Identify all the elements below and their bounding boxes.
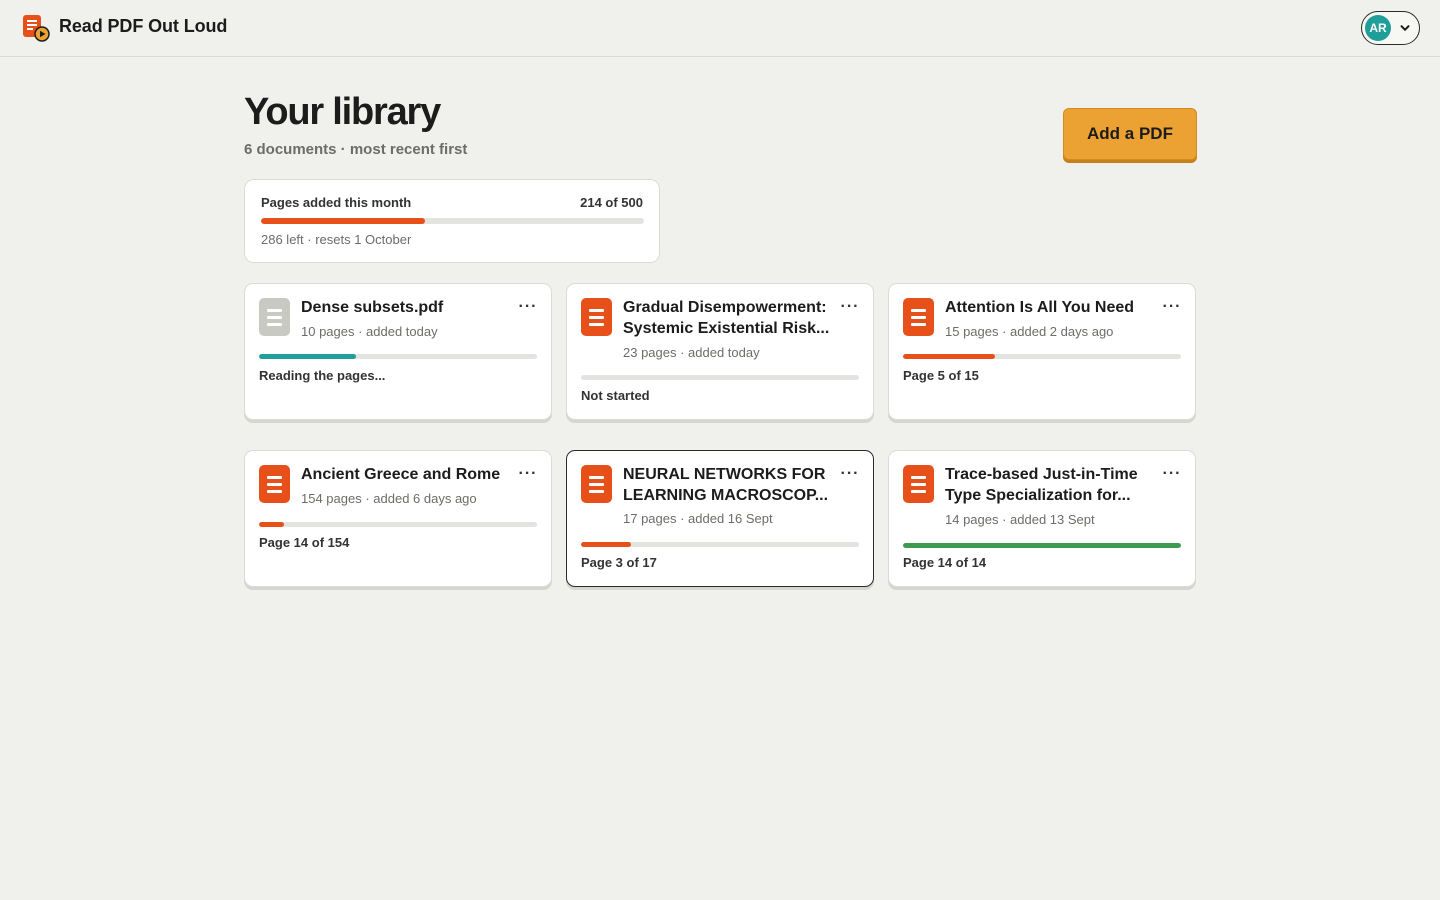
document-card[interactable]: Trace-based Just-in-Time Type Specializa… bbox=[888, 450, 1196, 587]
document-card[interactable]: Dense subsets.pdf 10 pages · added today… bbox=[244, 283, 552, 420]
app-title: Read PDF Out Loud bbox=[59, 16, 228, 36]
document-status: Page 3 of 17 bbox=[581, 555, 657, 570]
more-options-icon[interactable]: ··· bbox=[517, 461, 539, 487]
document-status: Page 14 of 154 bbox=[259, 535, 350, 550]
document-progress-bar bbox=[259, 522, 537, 527]
document-icon bbox=[259, 298, 290, 336]
document-icon bbox=[903, 298, 934, 336]
document-progress-bar bbox=[581, 542, 859, 547]
more-options-icon[interactable]: ··· bbox=[839, 461, 861, 487]
document-progress-bar bbox=[903, 543, 1181, 548]
library-summary: 6 documents · most recent first bbox=[244, 141, 468, 158]
document-meta: 23 pages · added today bbox=[623, 345, 760, 360]
quota-progress-bar bbox=[261, 218, 644, 224]
account-menu-button[interactable]: AR bbox=[1361, 11, 1420, 45]
document-progress-fill bbox=[903, 543, 1181, 548]
page-title: Your library bbox=[244, 91, 441, 133]
document-status: Reading the pages... bbox=[259, 368, 386, 383]
document-icon bbox=[259, 465, 290, 503]
document-status: Not started bbox=[581, 388, 650, 403]
document-grid: Dense subsets.pdf 10 pages · added today… bbox=[244, 283, 1196, 593]
quota-progress-fill bbox=[261, 218, 425, 224]
more-options-icon[interactable]: ··· bbox=[1161, 294, 1183, 320]
add-pdf-button[interactable]: Add a PDF bbox=[1063, 108, 1197, 160]
more-options-icon[interactable]: ··· bbox=[517, 294, 539, 320]
document-progress-bar bbox=[903, 354, 1181, 359]
document-meta: 14 pages · added 13 Sept bbox=[945, 512, 1095, 527]
more-options-icon[interactable]: ··· bbox=[1161, 461, 1183, 487]
document-meta: 15 pages · added 2 days ago bbox=[945, 324, 1114, 339]
avatar: AR bbox=[1365, 15, 1391, 41]
quota-note: 286 left · resets 1 October bbox=[261, 232, 412, 247]
document-card[interactable]: NEURAL NETWORKS FOR LEARNING MACROSCOP..… bbox=[566, 450, 874, 587]
document-title: Gradual Disempowerment: Systemic Existen… bbox=[623, 299, 830, 337]
document-status: Page 5 of 15 bbox=[903, 368, 979, 383]
document-play-icon[interactable] bbox=[22, 14, 50, 42]
document-icon bbox=[903, 465, 934, 503]
quota-label: Pages added this month bbox=[261, 195, 412, 210]
document-progress-fill bbox=[903, 354, 995, 359]
document-title: Trace-based Just-in-Time Type Specializa… bbox=[945, 466, 1138, 504]
document-icon bbox=[581, 465, 612, 503]
monthly-quota-panel: Pages added this month 214 of 500 286 le… bbox=[244, 179, 660, 263]
document-card[interactable]: Attention Is All You Need 15 pages · add… bbox=[888, 283, 1196, 420]
document-title: NEURAL NETWORKS FOR LEARNING MACROSCOP..… bbox=[623, 466, 829, 504]
document-title: Ancient Greece and Rome bbox=[301, 466, 501, 483]
document-meta: 10 pages · added today bbox=[301, 324, 438, 339]
document-meta: 154 pages · added 6 days ago bbox=[301, 491, 477, 506]
document-status: Page 14 of 14 bbox=[903, 555, 987, 570]
document-progress-fill bbox=[581, 542, 632, 547]
top-bar: Read PDF Out Loud AR bbox=[0, 0, 1440, 57]
document-icon bbox=[581, 298, 612, 336]
chevron-down-icon bbox=[1400, 25, 1410, 31]
document-card[interactable]: Ancient Greece and Rome 154 pages · adde… bbox=[244, 450, 552, 587]
document-progress-bar bbox=[259, 354, 537, 359]
document-title: Dense subsets.pdf bbox=[301, 299, 444, 316]
document-title: Attention Is All You Need bbox=[945, 299, 1135, 316]
quota-count: 214 of 500 bbox=[580, 195, 643, 210]
more-options-icon[interactable]: ··· bbox=[839, 294, 861, 320]
document-progress-bar bbox=[581, 375, 859, 380]
document-progress-fill bbox=[259, 354, 357, 359]
document-card[interactable]: Gradual Disempowerment: Systemic Existen… bbox=[566, 283, 874, 420]
document-meta: 17 pages · added 16 Sept bbox=[623, 511, 773, 526]
document-progress-fill bbox=[259, 522, 285, 527]
